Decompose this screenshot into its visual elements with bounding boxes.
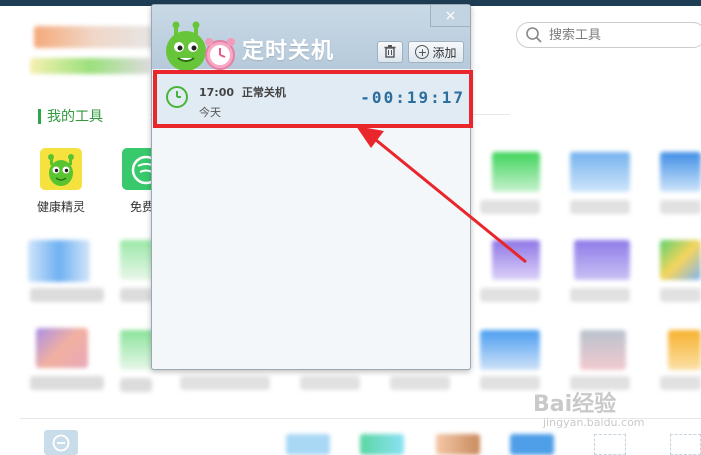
- delete-button[interactable]: [377, 41, 403, 63]
- blurred-logo-sub: [30, 58, 150, 74]
- shutdown-timer-dialog: × 定时关机 + 添加 17:00 正常关机 今天 -00:19:17: [151, 4, 471, 370]
- blurred-tool: [574, 240, 630, 280]
- watermark-main: Bai经验: [533, 392, 617, 417]
- blurred-tool: [480, 376, 540, 390]
- blurred-tool: [660, 240, 701, 280]
- tool-label: 健康精灵: [36, 200, 85, 214]
- blurred-tool: [180, 376, 270, 390]
- blurred-tool: [480, 330, 540, 370]
- section-title-bar: [38, 108, 41, 124]
- clock-icon: [165, 85, 189, 109]
- search-icon: [525, 26, 543, 44]
- blurred-tool: [570, 288, 630, 302]
- blurred-tool: [30, 288, 104, 302]
- task-action: 正常关机: [241, 86, 286, 99]
- minus-circle-icon[interactable]: [44, 430, 78, 455]
- blurred-tool: [120, 240, 154, 280]
- task-time-action: 17:00 正常关机: [199, 84, 286, 100]
- search-box[interactable]: [516, 22, 701, 48]
- blurred-tool: [668, 330, 701, 370]
- blurred-tool: [660, 200, 701, 214]
- blurred-tool: [120, 378, 152, 392]
- watermark-sub: jingyan.baidu.com: [543, 416, 645, 429]
- close-icon: ×: [444, 7, 457, 24]
- tool-health-sprite[interactable]: 健康精灵: [28, 148, 94, 215]
- blurred-tool: [660, 152, 701, 192]
- blurred-tool: [120, 288, 152, 302]
- baidu-watermark: Bai经验 jingyan.baidu.com: [533, 386, 693, 436]
- empty-slot: [594, 434, 626, 455]
- add-button-label: 添加: [432, 45, 457, 60]
- dialog-title: 定时关机: [242, 39, 335, 64]
- blurred-tool: [286, 434, 330, 455]
- blurred-tool: [436, 434, 480, 455]
- blurred-tool: [480, 288, 540, 302]
- blurred-tool: [510, 434, 554, 455]
- blurred-tool: [570, 200, 630, 214]
- task-time: 17:00: [199, 86, 235, 99]
- plus-circle-icon: +: [415, 45, 430, 59]
- blurred-tool: [360, 434, 404, 455]
- blurred-tool: [570, 152, 630, 192]
- close-button[interactable]: ×: [430, 5, 470, 27]
- blurred-tool: [660, 288, 701, 302]
- section-title: 我的工具: [38, 106, 103, 126]
- empty-slot: [670, 434, 701, 455]
- blurred-tool: [480, 200, 540, 214]
- blurred-logo: [34, 26, 154, 48]
- green-monster-icon: [40, 148, 82, 190]
- blurred-tool: [492, 240, 540, 280]
- blurred-tool: [580, 330, 626, 370]
- app-window: 我的工具 健康精灵 免费: [0, 0, 701, 455]
- trash-icon: [383, 43, 397, 62]
- blurred-tool: [120, 330, 154, 370]
- search-input[interactable]: [549, 25, 699, 45]
- task-day: 今天: [199, 106, 221, 119]
- blurred-tool: [30, 376, 104, 390]
- blurred-tool: [28, 240, 90, 282]
- add-button[interactable]: + 添加: [408, 41, 464, 63]
- blurred-tool: [36, 328, 88, 368]
- task-countdown: -00:19:17: [360, 88, 465, 107]
- blurred-tool: [492, 152, 540, 192]
- section-title-text: 我的工具: [47, 109, 103, 125]
- blurred-tool: [390, 376, 450, 390]
- timer-task-row[interactable]: 17:00 正常关机 今天 -00:19:17: [154, 73, 470, 127]
- blurred-tool: [300, 376, 360, 390]
